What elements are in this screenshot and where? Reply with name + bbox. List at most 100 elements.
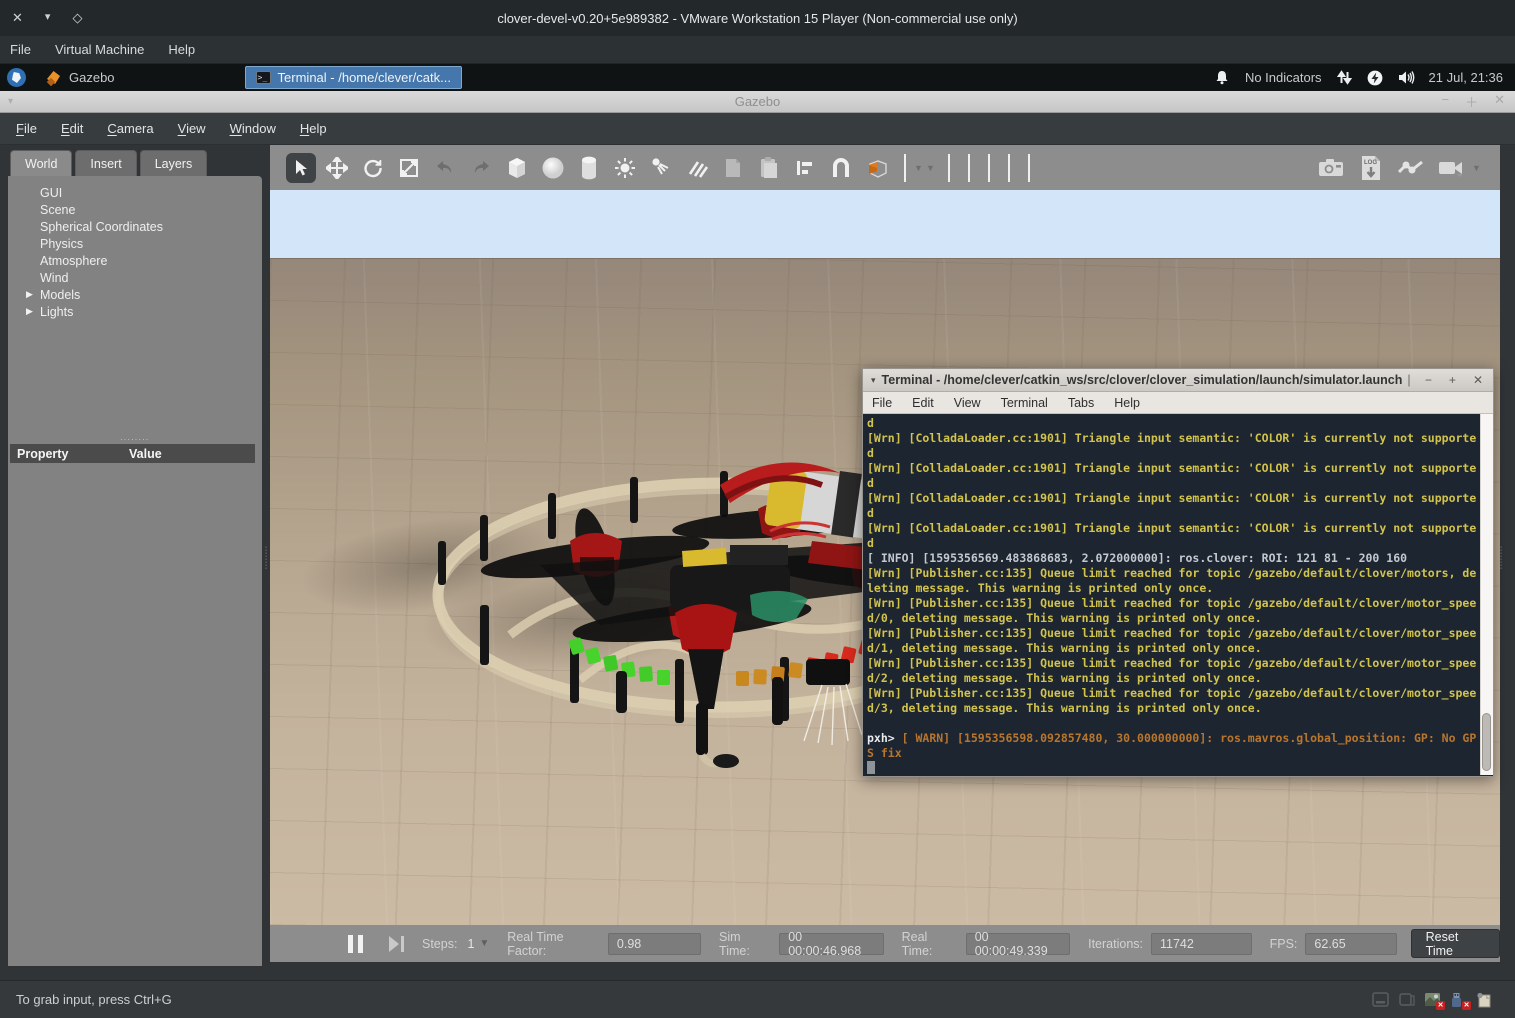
copy-icon[interactable] [718,153,748,183]
gazebo-menu-edit[interactable]: Edit [49,115,95,142]
terminal-text-segment: d [867,476,874,490]
close-icon[interactable]: ✕ [1473,373,1483,387]
chevron-down-icon[interactable]: ▾ [45,10,51,26]
terminal-line: [Wrn] [Publisher.cc:135] Queue limit rea… [867,686,1476,701]
diamond-icon[interactable]: ◇ [72,10,82,26]
maximize-icon[interactable]: ＋ [1465,92,1478,111]
panel-splitter-handle[interactable]: ·················· [120,438,150,443]
terminal-menu-file[interactable]: File [863,393,902,413]
bell-icon[interactable] [1214,69,1231,86]
terminal-menu-view[interactable]: View [944,393,991,413]
expand-arrow-icon[interactable]: ▶ [26,289,40,300]
video-record-icon[interactable] [1436,153,1466,183]
power-manager-icon[interactable] [1367,69,1384,86]
reset-time-button[interactable]: Reset Time [1411,929,1500,958]
align-icon[interactable] [790,153,820,183]
tree-item-atmosphere[interactable]: Atmosphere [8,252,262,269]
minimize-icon[interactable]: − [1441,92,1449,111]
gazebo-app-icon[interactable] [46,70,61,85]
undo-icon[interactable] [430,153,460,183]
terminal-window[interactable]: ▾ Terminal - /home/clever/catkin_ws/src/… [862,368,1494,777]
terminal-menu-terminal[interactable]: Terminal [991,393,1058,413]
terminal-icon: >_ [256,71,271,84]
property-column-header[interactable]: Property [17,447,129,461]
terminal-titlebar[interactable]: ▾ Terminal - /home/clever/catkin_ws/src/… [863,369,1493,392]
gazebo-menu-window[interactable]: Window [218,115,288,142]
gazebo-menu-file[interactable]: File [4,115,49,142]
sphere-icon[interactable] [538,153,568,183]
translate-icon[interactable] [322,153,352,183]
tree-item-gui[interactable]: GUI [8,184,262,201]
gazebo-menu-view[interactable]: View [166,115,218,142]
box-icon[interactable] [502,153,532,183]
terminal-output[interactable]: d[Wrn] [ColladaLoader.cc:1901] Triangle … [863,414,1493,775]
screenshot-icon[interactable] [1316,153,1346,183]
gazebo-menu-help[interactable]: Help [288,115,339,142]
terminal-menu-help[interactable]: Help [1104,393,1150,413]
window-close-icon[interactable]: ✕ [12,10,23,26]
terminal-menu-edit[interactable]: Edit [902,393,944,413]
terminal-menu-tabs[interactable]: Tabs [1058,393,1104,413]
pause-button[interactable] [348,935,363,953]
indicators-label[interactable]: No Indicators [1245,70,1322,85]
scale-icon[interactable] [394,153,424,183]
terminal-text-segment: d [867,506,874,520]
steps-dropdown-icon[interactable]: ▼ [479,938,489,949]
tree-item-lights[interactable]: ▶Lights [8,303,262,320]
taskbar-item-terminal[interactable]: >_ Terminal - /home/clever/catk... [245,66,462,89]
window-caret-icon[interactable]: ▾ [871,375,876,386]
rotate-icon[interactable] [358,153,388,183]
minimize-icon[interactable]: − [1425,373,1432,387]
view-angle-icon[interactable] [862,153,892,183]
vm-menu-help[interactable]: Help [156,38,207,61]
log-record-icon[interactable]: LOG [1356,153,1386,183]
clock-label[interactable]: 21 Jul, 21:36 [1429,70,1503,85]
left-splitter-handle[interactable]: ········ [263,546,269,576]
redo-dropdown-icon[interactable]: ▼ [926,163,936,173]
network-disconnected-icon[interactable]: ✕ [1424,992,1441,1007]
gazebo-app-label[interactable]: Gazebo [69,70,115,85]
tree-item-spherical-coordinates[interactable]: Spherical Coordinates [8,218,262,235]
plot-icon[interactable] [1396,153,1426,183]
tab-world[interactable]: World [10,150,72,176]
tree-item-wind[interactable]: Wind [8,269,262,286]
cdrom-icon[interactable] [1398,992,1415,1007]
applications-menu-icon[interactable] [7,68,26,87]
gazebo-menu-camera[interactable]: Camera [95,115,165,142]
tree-item-models[interactable]: ▶Models [8,286,262,303]
undo-dropdown-icon[interactable]: ▼ [914,163,924,173]
terminal-scrollbar[interactable] [1480,414,1493,775]
video-dropdown-icon[interactable]: ▼ [1472,163,1482,173]
tab-insert[interactable]: Insert [75,150,136,176]
updown-arrows-icon[interactable] [1336,69,1353,86]
spot-light-icon[interactable] [646,153,676,183]
harddisk-icon[interactable] [1372,992,1389,1007]
steps-value[interactable]: 1 [467,937,474,951]
vm-menu-file[interactable]: File [0,38,43,61]
snap-icon[interactable] [826,153,856,183]
maximize-icon[interactable]: + [1449,373,1456,387]
terminal-text-segment: [ WARN] [1595356598.092857480, 30.000000… [902,731,1477,745]
iterations-value: 11742 [1151,933,1252,955]
usb-disconnected-icon[interactable]: ✕ [1450,992,1467,1007]
redo-icon[interactable] [466,153,496,183]
expand-arrow-icon[interactable]: ▶ [26,306,40,317]
gazebo-titlebar[interactable]: ▾ Gazebo − ＋ ✕ [0,91,1515,113]
volume-icon[interactable] [1398,69,1415,86]
tree-item-physics[interactable]: Physics [8,235,262,252]
tab-layers[interactable]: Layers [140,150,208,176]
tree-item-scene[interactable]: Scene [8,201,262,218]
paste-icon[interactable] [754,153,784,183]
point-light-icon[interactable] [610,153,640,183]
step-button[interactable] [389,936,404,952]
vm-menu-virtual-machine[interactable]: Virtual Machine [43,38,156,61]
scrollbar-thumb[interactable] [1482,713,1491,771]
select-arrow-icon[interactable] [286,153,316,183]
directional-light-icon[interactable] [682,153,712,183]
messages-icon[interactable] [1476,992,1493,1007]
terminal-text-segment: d/2, deleting message. This warning is p… [867,671,1262,685]
value-column-header[interactable]: Value [129,447,162,461]
terminal-text-segment: [Wrn] [Publisher.cc:135] Queue limit rea… [867,656,1476,670]
cylinder-icon[interactable] [574,153,604,183]
close-icon[interactable]: ✕ [1494,92,1505,111]
